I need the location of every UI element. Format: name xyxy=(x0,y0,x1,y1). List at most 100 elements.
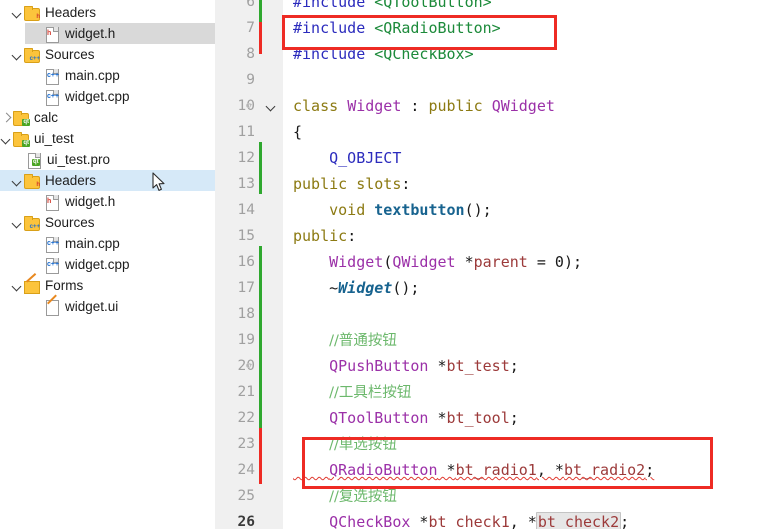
line-text[interactable]: QRadioButton *bt_radio1, *bt_radio2; xyxy=(293,457,654,483)
tree-item-main-cpp[interactable]: c++ main.cpp xyxy=(0,233,215,254)
code-token: textbutton xyxy=(374,201,465,219)
code-editor-panel[interactable]: 6 #include <QToolButton> 7 #include <QRadio… xyxy=(215,0,782,529)
tree-item-headers[interactable]: h Headers xyxy=(0,2,215,23)
code-line-9[interactable]: 9 xyxy=(215,67,782,93)
code-token: <QCheckBox> xyxy=(374,45,474,63)
code-line-13[interactable]: 13 public slots: xyxy=(215,171,782,197)
line-text[interactable]: //单选按钮 xyxy=(293,431,397,458)
tree-item-sources[interactable]: c++ Sources xyxy=(0,212,215,233)
line-number: 15 xyxy=(237,228,255,244)
code-token: //复选按钮 xyxy=(329,489,397,505)
line-text[interactable]: Widget(QWidget *parent = 0); xyxy=(293,249,582,275)
tree-item-widget-cpp[interactable]: c++ widget.cpp xyxy=(0,86,215,107)
line-text[interactable]: ~Widget(); xyxy=(293,275,419,301)
code-token: Widget xyxy=(347,97,402,115)
line-text[interactable]: #include <QToolButton> xyxy=(293,0,492,15)
code-token: ~ xyxy=(293,279,339,297)
code-token: * xyxy=(410,513,429,529)
tree-item-label: Forms xyxy=(45,278,84,293)
tree-item-forms[interactable]: Forms xyxy=(0,275,215,296)
tree-item-label: Headers xyxy=(45,5,97,20)
code-token: QPushButton xyxy=(329,357,429,375)
code-line-8[interactable]: 8 #include <QCheckBox> xyxy=(215,41,782,67)
tree-item-calc[interactable]: qt calc xyxy=(0,107,215,128)
code-token: * xyxy=(437,461,456,479)
line-text[interactable]: public slots: xyxy=(293,171,410,197)
ide-window: h Headers h widget.h c++ Sources c++ main.cpp c+… xyxy=(0,0,782,529)
code-token: : xyxy=(401,175,411,193)
line-text[interactable]: Q_OBJECT xyxy=(293,145,401,171)
code-line-17[interactable]: 17 ~Widget(); xyxy=(215,275,782,301)
code-line-26[interactable]: 26 QCheckBox *bt_check1, *bt_check2; xyxy=(215,509,782,529)
tree-item-sources[interactable]: c++ Sources xyxy=(0,44,215,65)
code-token: //单选按钮 xyxy=(329,437,397,453)
line-text[interactable]: #include <QCheckBox> xyxy=(293,41,474,67)
chevron-down-icon[interactable] xyxy=(11,48,24,61)
tree-item-ui-test[interactable]: qt ui_test xyxy=(0,128,215,149)
chevron-down-icon[interactable] xyxy=(11,174,24,187)
tree-item-label: ui_test.pro xyxy=(47,152,111,167)
code-line-16[interactable]: 16 Widget(QWidget *parent = 0); xyxy=(215,249,782,275)
code-line-19[interactable]: 19 //普通按钮 xyxy=(215,327,782,353)
code-line-10[interactable]: 10 class Widget : public QWidget xyxy=(215,93,782,119)
code-line-7[interactable]: 7 #include <QRadioButton> xyxy=(215,15,782,41)
tree-item-headers[interactable]: h Headers xyxy=(0,170,215,191)
breakpoint-marker-icon[interactable] xyxy=(246,363,251,368)
line-text[interactable]: QCheckBox *bt_check1, *bt_check2; xyxy=(293,509,629,529)
code-token: ); xyxy=(563,253,582,271)
line-text[interactable]: public: xyxy=(293,223,356,249)
tree-item-ui-test-pro[interactable]: qt ui_test.pro xyxy=(0,149,215,170)
code-token: Q_OBJECT xyxy=(329,149,402,167)
code-token: = xyxy=(527,253,555,271)
chevron-down-icon[interactable] xyxy=(11,6,24,19)
code-token: Widget xyxy=(329,253,384,271)
tree-item-widget-ui[interactable]: widget.ui xyxy=(0,296,215,317)
line-text[interactable]: //普通按钮 xyxy=(293,327,397,354)
project-tree-panel[interactable]: h Headers h widget.h c++ Sources c++ main.cpp c+… xyxy=(0,0,215,529)
fold-chevron-down-icon[interactable] xyxy=(263,93,279,119)
code-line-25[interactable]: 25 //复选按钮 xyxy=(215,483,782,509)
chevron-down-icon[interactable] xyxy=(11,216,24,229)
file-header-icon: h xyxy=(44,26,60,43)
code-token: //普通按钮 xyxy=(329,333,397,349)
code-line-11[interactable]: 11 { xyxy=(215,119,782,145)
line-number: 24 xyxy=(237,462,255,478)
code-line-6[interactable]: 6 #include <QToolButton> xyxy=(215,0,782,15)
line-number: 17 xyxy=(237,280,255,296)
code-line-24[interactable]: 24 QRadioButton *bt_radio1, *bt_radio2; xyxy=(215,457,782,483)
chevron-right-icon[interactable] xyxy=(0,111,13,124)
line-text[interactable]: void textbutton(); xyxy=(293,197,492,223)
code-token: QWidget xyxy=(392,253,456,271)
line-text[interactable]: //复选按钮 xyxy=(293,483,397,510)
code-line-23[interactable]: 23 //单选按钮 xyxy=(215,431,782,457)
line-text[interactable]: { xyxy=(293,119,302,145)
chevron-down-icon[interactable] xyxy=(0,132,13,145)
line-text[interactable]: QPushButton *bt_test; xyxy=(293,353,519,379)
code-token: QWidget xyxy=(491,97,555,115)
code-line-21[interactable]: 21 //工具栏按钮 xyxy=(215,379,782,405)
line-number: 6 xyxy=(246,0,255,10)
code-line-20[interactable]: 20 QPushButton *bt_test; xyxy=(215,353,782,379)
code-line-15[interactable]: 15 public: xyxy=(215,223,782,249)
code-line-12[interactable]: 12 Q_OBJECT xyxy=(215,145,782,171)
tree-item-widget-cpp[interactable]: c++ widget.cpp xyxy=(0,254,215,275)
code-line-22[interactable]: 22 QToolButton *bt_tool; xyxy=(215,405,782,431)
line-text[interactable]: #include <QRadioButton> xyxy=(293,15,501,41)
breakpoint-marker-icon[interactable] xyxy=(246,103,251,108)
code-line-18[interactable]: 18 xyxy=(215,301,782,327)
code-token: ; xyxy=(620,513,630,529)
tree-item-widget-h[interactable]: h widget.h xyxy=(0,191,215,212)
line-text[interactable]: //工具栏按钮 xyxy=(293,379,411,406)
code-line-14[interactable]: 14 void textbutton(); xyxy=(215,197,782,223)
tree-item-widget-h[interactable]: h widget.h xyxy=(0,23,215,44)
tree-item-main-cpp[interactable]: c++ main.cpp xyxy=(0,65,215,86)
line-text[interactable]: QToolButton *bt_tool; xyxy=(293,405,519,431)
line-text[interactable]: class Widget : public QWidget xyxy=(293,93,555,119)
line-number: 22 xyxy=(237,410,255,426)
chevron-down-icon[interactable] xyxy=(11,279,24,292)
folder-h-icon: h xyxy=(24,5,40,21)
code-token: ; xyxy=(509,409,519,427)
